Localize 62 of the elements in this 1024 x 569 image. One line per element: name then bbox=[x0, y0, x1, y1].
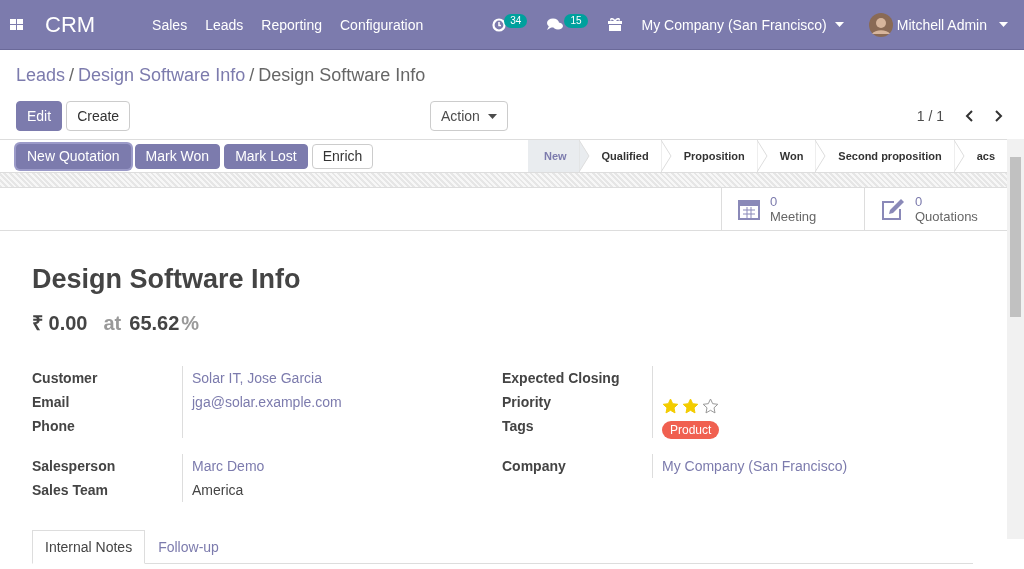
star-icon[interactable] bbox=[702, 397, 719, 414]
field-value[interactable]: Solar IT, Jose Garcia bbox=[192, 365, 322, 390]
field-value: America bbox=[192, 480, 244, 500]
menu-item[interactable]: Reporting bbox=[261, 14, 322, 35]
header-button[interactable]: New Quotation bbox=[16, 143, 131, 169]
next-icon[interactable] bbox=[992, 110, 1004, 122]
scrollbar[interactable] bbox=[1007, 139, 1024, 539]
field-label: Email bbox=[32, 393, 70, 410]
pager-value: 1 / 1 bbox=[916, 107, 944, 126]
field-value[interactable]: My Company (San Francisco) bbox=[662, 453, 848, 478]
caret-icon bbox=[834, 22, 844, 27]
field-value[interactable]: Marc Demo bbox=[192, 453, 265, 478]
action-dropdown[interactable]: Action bbox=[430, 101, 508, 131]
caret-icon bbox=[999, 22, 1008, 27]
apps-grid-icon[interactable] bbox=[10, 19, 23, 30]
caret-icon bbox=[487, 113, 497, 119]
record-name: Design Software Info bbox=[258, 64, 426, 87]
field-label: Salesperson bbox=[32, 457, 116, 474]
header-button[interactable]: Enrich bbox=[311, 143, 374, 169]
field-label: Tags bbox=[502, 417, 534, 434]
company-switcher[interactable]: My Company (San Francisco) bbox=[641, 14, 844, 35]
field-label: Company bbox=[502, 457, 566, 474]
star-icon[interactable] bbox=[662, 397, 679, 414]
chat-icon[interactable] bbox=[547, 18, 564, 31]
gift-icon[interactable] bbox=[607, 18, 622, 31]
field-label: Phone bbox=[32, 417, 75, 434]
stage-tab[interactable]: New bbox=[527, 140, 590, 172]
menu-item[interactable]: Sales bbox=[152, 14, 188, 35]
clock-icon[interactable] bbox=[492, 17, 507, 32]
breadcrumb-separator: / bbox=[69, 64, 75, 87]
menu-item[interactable]: Configuration bbox=[340, 14, 424, 35]
tag-badge: Product bbox=[662, 420, 720, 439]
field-label: Priority bbox=[502, 393, 551, 410]
header-button[interactable]: Mark Won bbox=[134, 143, 221, 169]
percent-sign: % bbox=[181, 310, 200, 336]
user-menu[interactable]: Mitchell Admin bbox=[868, 12, 1008, 37]
notification-count: 34 bbox=[504, 13, 528, 28]
avatar bbox=[868, 12, 893, 37]
at-label: at bbox=[103, 310, 122, 336]
field-label: Sales Team bbox=[32, 481, 108, 498]
breadcrumb-separator: / bbox=[249, 64, 255, 87]
header-button[interactable]: Mark Lost bbox=[224, 143, 308, 169]
probability-value: 65.62 bbox=[129, 310, 180, 336]
create-button[interactable]: Create bbox=[66, 101, 131, 131]
calendar-icon bbox=[738, 198, 760, 220]
previous-icon[interactable] bbox=[964, 110, 976, 122]
expected-revenue: ₹ 0.00 bbox=[32, 310, 88, 336]
app-name[interactable]: CRM bbox=[45, 8, 96, 41]
lead-title: Design Software Info bbox=[32, 263, 302, 296]
notification-count: 15 bbox=[564, 13, 588, 28]
field-label: Customer bbox=[32, 369, 98, 386]
breadcrumb-link[interactable]: Leads bbox=[16, 62, 66, 89]
breadcrumb-link[interactable]: Design Software Info bbox=[78, 62, 246, 89]
star-icon[interactable] bbox=[682, 397, 699, 414]
field-label: Expected Closing bbox=[502, 369, 620, 386]
edit-button[interactable]: Edit bbox=[16, 101, 63, 131]
field-value[interactable]: jga@solar.example.com bbox=[192, 389, 342, 414]
menu-item[interactable]: Leads bbox=[205, 14, 244, 35]
smart-button[interactable]: 0 Meeting bbox=[721, 188, 864, 230]
notebook-tab[interactable]: Internal Notes bbox=[32, 529, 146, 564]
edit-icon bbox=[881, 198, 905, 220]
notebook-tab[interactable]: Follow-up bbox=[145, 529, 232, 564]
